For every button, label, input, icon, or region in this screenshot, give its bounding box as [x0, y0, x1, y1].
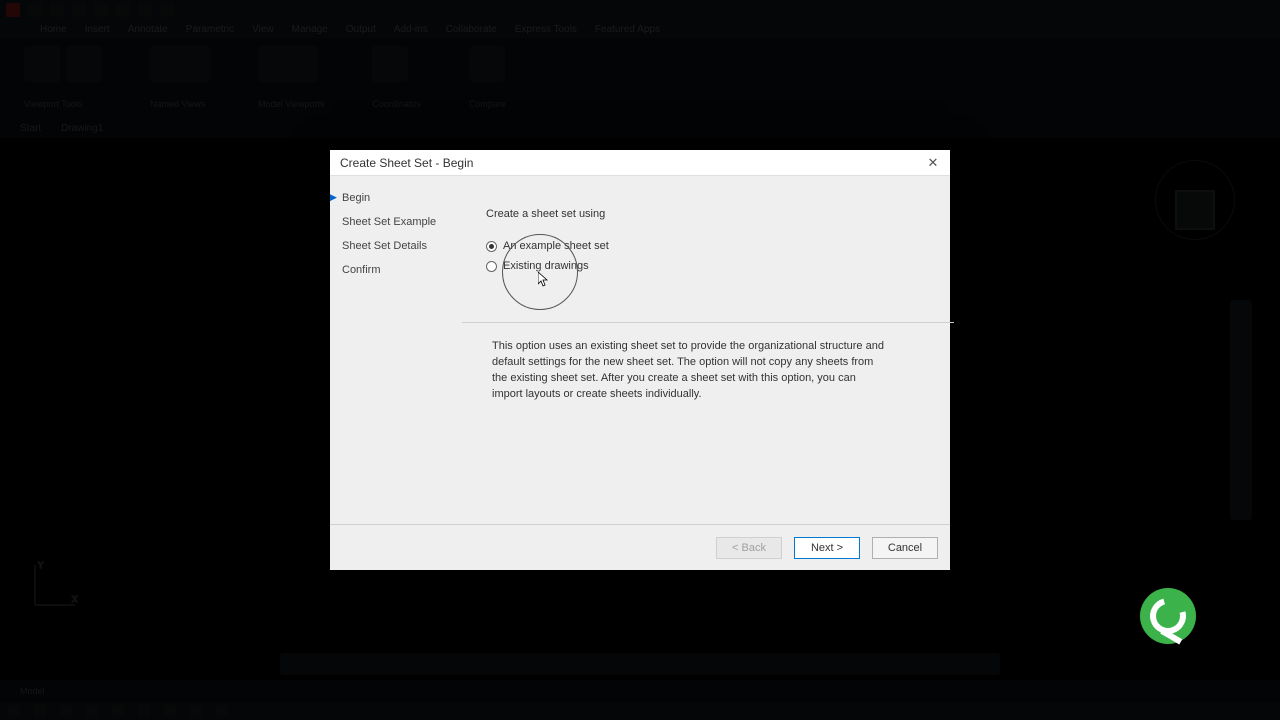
step-label: Confirm	[342, 264, 381, 276]
dialog-button-bar: < Back Next > Cancel	[330, 524, 950, 570]
step-label: Sheet Set Details	[342, 240, 427, 252]
close-icon: ✕	[928, 155, 939, 171]
dialog-main: Create a sheet set using An example shee…	[478, 176, 950, 524]
back-button: < Back	[716, 537, 782, 559]
radio-label: Existing drawings	[503, 260, 589, 272]
dialog-title: Create Sheet Set - Begin	[340, 156, 473, 170]
button-label: Next >	[811, 542, 843, 554]
dialog-titlebar: Create Sheet Set - Begin ✕	[330, 150, 950, 176]
dialog-body: Begin Sheet Set Example Sheet Set Detail…	[330, 176, 950, 524]
cancel-button[interactable]: Cancel	[872, 537, 938, 559]
wizard-steps: Begin Sheet Set Example Sheet Set Detail…	[330, 176, 478, 524]
step-details[interactable]: Sheet Set Details	[340, 238, 474, 254]
step-begin[interactable]: Begin	[340, 190, 474, 206]
button-label: < Back	[732, 542, 766, 554]
create-sheet-set-dialog: Create Sheet Set - Begin ✕ Begin Sheet S…	[330, 150, 950, 570]
option-description: This option uses an existing sheet set t…	[486, 339, 930, 403]
modal-overlay: Create Sheet Set - Begin ✕ Begin Sheet S…	[0, 0, 1280, 720]
radio-icon[interactable]	[486, 261, 497, 272]
close-button[interactable]: ✕	[924, 154, 942, 172]
radio-icon[interactable]	[486, 241, 497, 252]
step-example[interactable]: Sheet Set Example	[340, 214, 474, 230]
step-label: Sheet Set Example	[342, 216, 436, 228]
cursor-icon	[538, 272, 550, 291]
prompt-text: Create a sheet set using	[486, 208, 930, 220]
radio-group: An example sheet set Existing drawings	[486, 240, 930, 272]
step-label: Begin	[342, 192, 370, 204]
radio-option-example[interactable]: An example sheet set	[486, 240, 930, 252]
radio-label: An example sheet set	[503, 240, 609, 252]
button-label: Cancel	[888, 542, 922, 554]
radio-option-existing[interactable]: Existing drawings	[486, 260, 930, 272]
divider	[462, 322, 954, 323]
next-button[interactable]: Next >	[794, 537, 860, 559]
watermark-logo-icon	[1140, 588, 1196, 644]
step-confirm[interactable]: Confirm	[340, 262, 474, 278]
